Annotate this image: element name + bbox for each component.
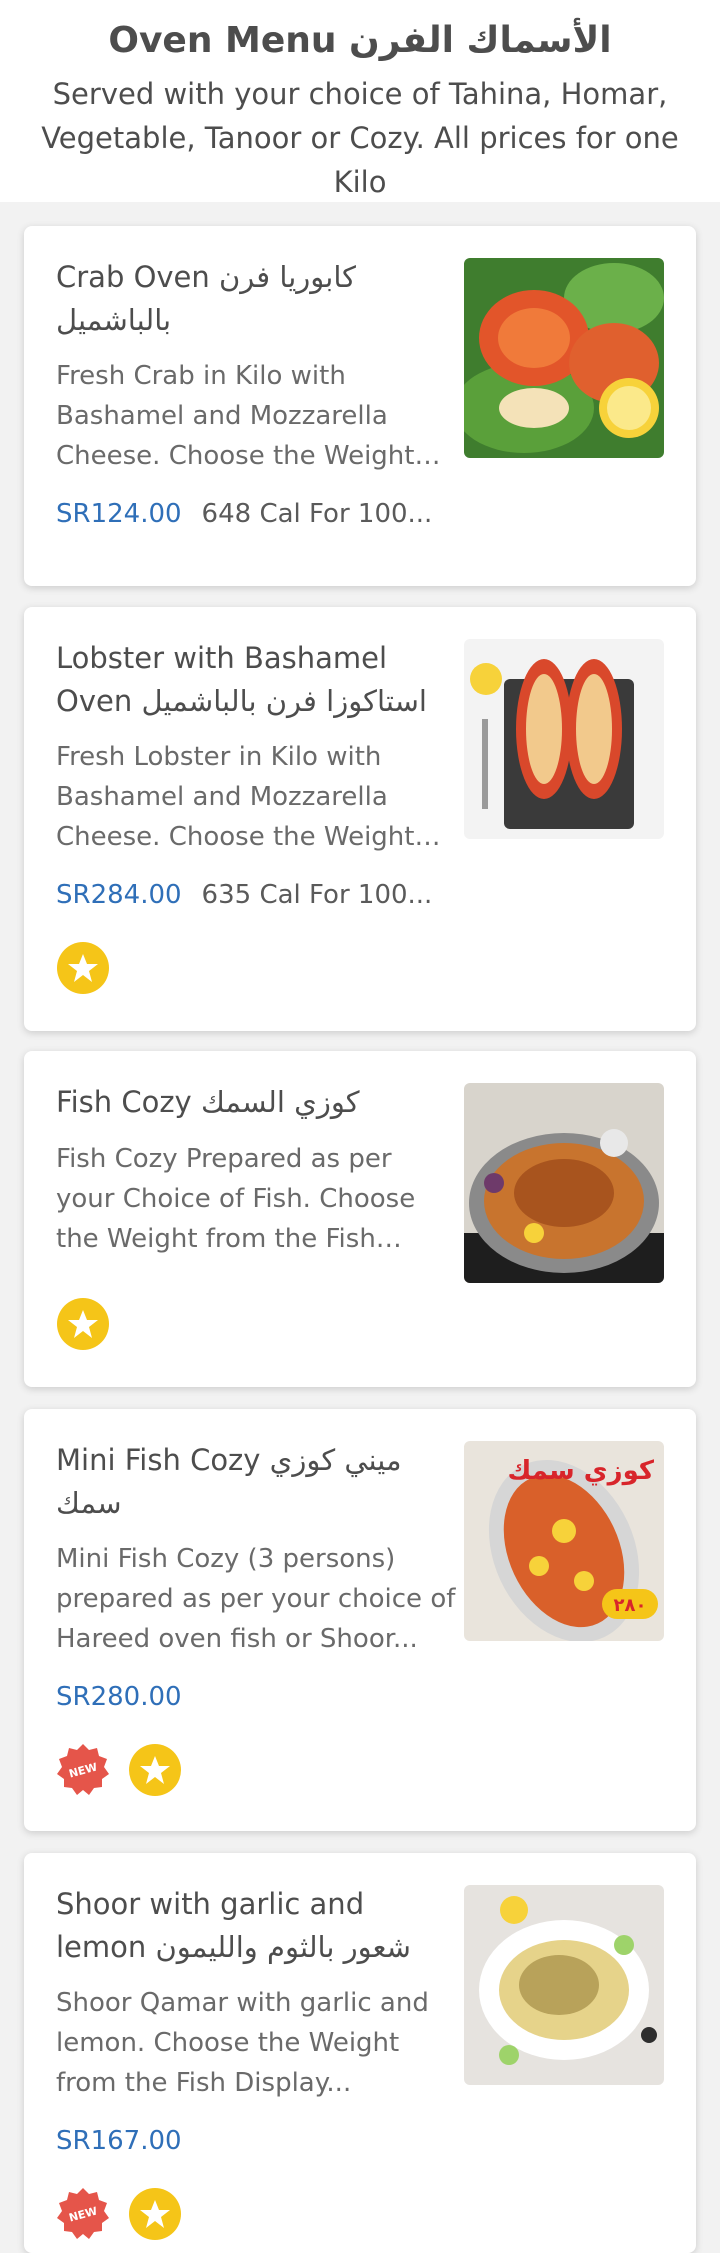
item-name: Shoor with garlic and lemon شعور بالثوم … (56, 1887, 411, 1964)
price-row: SR124.00 648 Cal For 100... (56, 494, 432, 534)
page-subtitle: Served with your choice of Tahina, Homar… (41, 77, 679, 199)
item-calories: 635 Cal For 100... (201, 880, 433, 910)
item-badges (56, 941, 110, 995)
item-name: Fish Cozy كوزي السمك (56, 1085, 360, 1119)
menu-header: Oven Menu الأسماك الفرن Served with your… (0, 0, 720, 202)
item-description: Fish Cozy Prepared as per your Choice of… (56, 1144, 416, 1254)
item-name: Lobster with Bashamel Oven استاكوزا فرن … (56, 641, 427, 718)
new-badge-icon: NEW (56, 1743, 110, 1797)
svg-text:٢٨٠: ٢٨٠ (614, 1595, 647, 1616)
price-row: SR284.00 635 Cal For 100... (56, 875, 432, 915)
item-description: Fresh Lobster in Kilo with Bashamel and … (56, 742, 415, 852)
svg-text:كوزي سمك: كوزي سمك (508, 1456, 655, 1486)
item-name: Crab Oven كابوريا فرن بالباشميل (56, 260, 356, 337)
price-row: SR167.00 (56, 2121, 182, 2161)
star-badge-icon (128, 2187, 182, 2241)
menu-item-card[interactable]: Lobster with Bashamel Oven استاكوزا فرن … (24, 607, 696, 1031)
item-name: Mini Fish Cozy ميني كوزي سمك (56, 1443, 402, 1520)
star-badge-icon (56, 941, 110, 995)
item-badges: NEW (56, 1743, 182, 1797)
item-price: SR124.00 (56, 499, 182, 529)
menu-item-card[interactable]: Fish Cozy كوزي السمك Fish Cozy Prepared … (24, 1051, 696, 1387)
item-image[interactable] (464, 258, 664, 458)
menu-item-card[interactable]: Crab Oven كابوريا فرن بالباشميل Fresh Cr… (24, 226, 696, 586)
menu-item-card[interactable]: Shoor with garlic and lemon شعور بالثوم … (24, 1853, 696, 2253)
item-image[interactable] (464, 639, 664, 839)
item-description: Shoor Qamar with garlic and lemon. Choos… (56, 1988, 429, 2098)
page-title: Oven Menu الأسماك الفرن (108, 20, 612, 61)
star-badge-icon (128, 1743, 182, 1797)
item-badges (56, 1297, 110, 1351)
item-calories: 648 Cal For 100... (201, 499, 433, 529)
item-price: SR167.00 (56, 2126, 182, 2156)
item-badges: NEW (56, 2187, 182, 2241)
item-image[interactable] (464, 1885, 664, 2085)
item-image[interactable] (464, 1083, 664, 1283)
price-row: SR280.00 (56, 1677, 182, 1717)
menu-item-card[interactable]: Mini Fish Cozy ميني كوزي سمك Mini Fish C… (24, 1409, 696, 1831)
new-badge-icon: NEW (56, 2187, 110, 2241)
item-image[interactable]: كوزي سمك ٢٨٠ (464, 1441, 664, 1641)
item-price: SR280.00 (56, 1682, 182, 1712)
item-description: Fresh Crab in Kilo with Bashamel and Moz… (56, 361, 415, 471)
item-price: SR284.00 (56, 880, 182, 910)
star-badge-icon (56, 1297, 110, 1351)
item-description: Mini Fish Cozy (3 persons) prepared as p… (56, 1544, 456, 1654)
